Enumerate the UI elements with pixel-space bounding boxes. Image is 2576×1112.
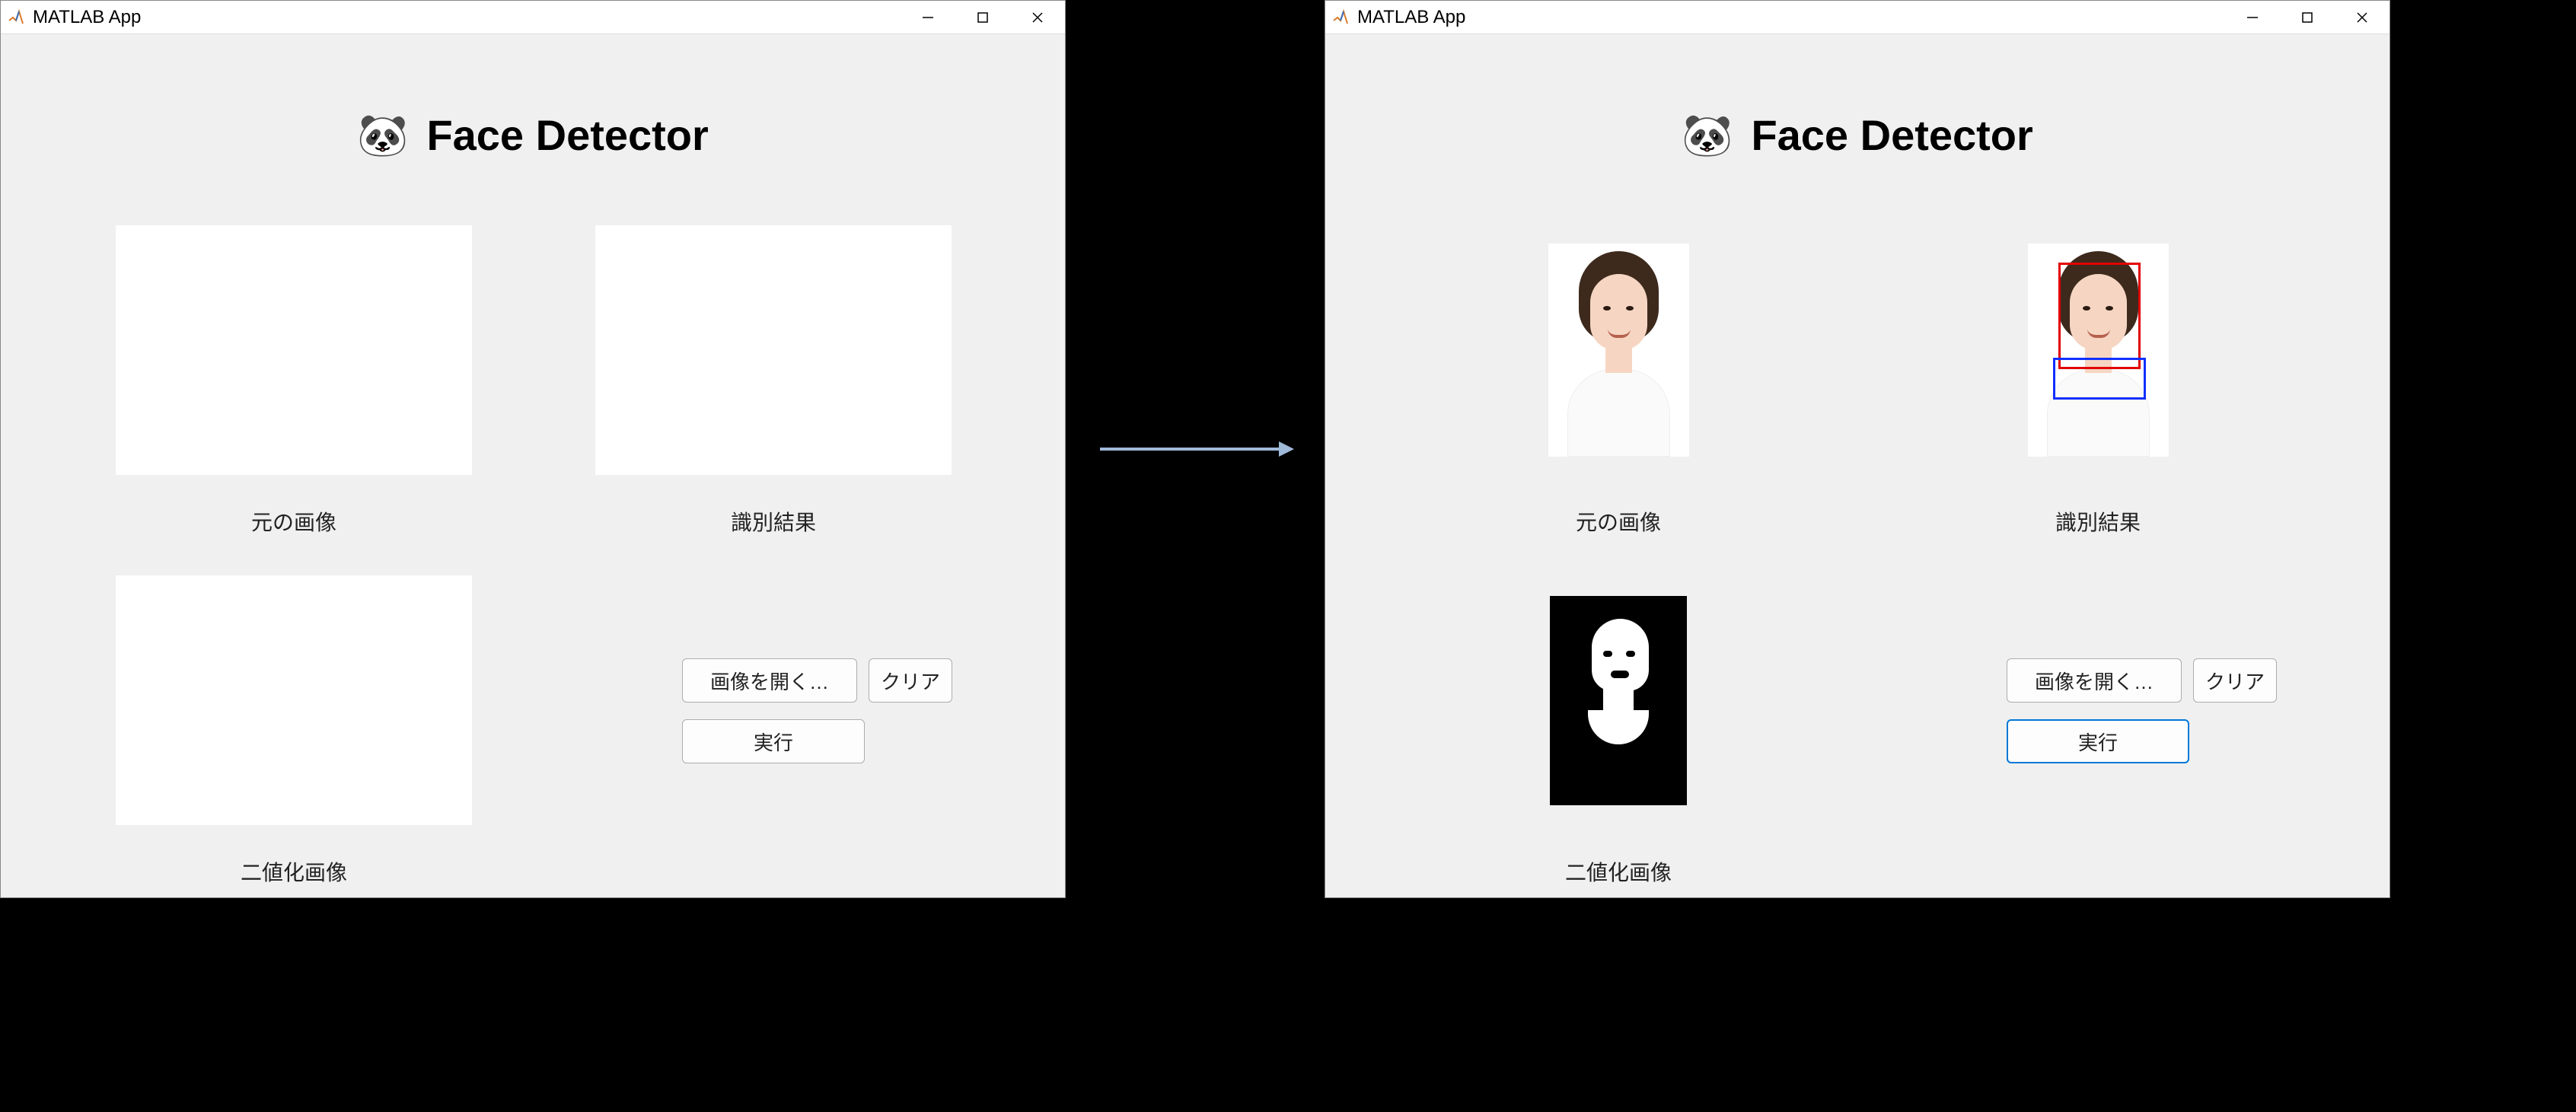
- maximize-button[interactable]: [2280, 1, 2335, 34]
- upperbody-detection-box: [2053, 358, 2146, 400]
- titlebar: MATLAB App: [1, 1, 1065, 34]
- minimize-button[interactable]: [2225, 1, 2280, 34]
- result-image-axes: [1919, 225, 2277, 476]
- app-body: 🐼 Face Detector 元の画像 識別結果: [1325, 34, 2389, 897]
- open-image-button[interactable]: 画像を開く…: [682, 658, 857, 703]
- close-button[interactable]: [1010, 1, 1065, 34]
- heading: 🐼 Face Detector: [1, 110, 1065, 160]
- clear-button[interactable]: クリア: [2193, 658, 2277, 703]
- binary-image-axes: [1439, 575, 1797, 826]
- minimize-button[interactable]: [901, 1, 955, 34]
- binary-image-axes: [115, 575, 473, 826]
- original-photo: [1548, 244, 1689, 457]
- original-image-axes: [115, 225, 473, 476]
- result-image-axes: [595, 225, 952, 476]
- clear-button[interactable]: クリア: [869, 658, 952, 703]
- result-image-label: 識別結果: [1919, 506, 2277, 537]
- original-image-label: 元の画像: [1439, 506, 1797, 537]
- matlab-app-window-after: MATLAB App 🐼 Face Detector 元の画像: [1325, 0, 2390, 898]
- original-image-label: 元の画像: [115, 506, 473, 537]
- result-photo: [2028, 244, 2169, 457]
- window-title: MATLAB App: [33, 7, 901, 28]
- matlab-app-window-before: MATLAB App 🐼 Face Detector 元の画像 識別結果 二値化…: [0, 0, 1066, 898]
- panda-icon: 🐼: [357, 115, 408, 156]
- heading-text: Face Detector: [426, 110, 708, 160]
- binary-image-label: 二値化画像: [1439, 856, 1797, 887]
- face-detection-box: [2058, 263, 2141, 369]
- result-image-label: 識別結果: [595, 506, 952, 537]
- run-button[interactable]: 実行: [2007, 719, 2189, 763]
- matlab-icon: [7, 8, 25, 27]
- heading: 🐼 Face Detector: [1325, 110, 2389, 160]
- window-title: MATLAB App: [1357, 7, 2225, 28]
- binary-image-label: 二値化画像: [115, 856, 473, 887]
- binary-photo: [1550, 596, 1687, 805]
- heading-text: Face Detector: [1751, 110, 2032, 160]
- matlab-icon: [1331, 8, 1350, 27]
- original-image-axes: [1439, 225, 1797, 476]
- close-button[interactable]: [2335, 1, 2389, 34]
- run-button[interactable]: 実行: [682, 719, 865, 763]
- app-body: 🐼 Face Detector 元の画像 識別結果 二値化画像 画像を開く… ク…: [1, 34, 1065, 897]
- panda-icon: 🐼: [1682, 115, 1733, 156]
- maximize-button[interactable]: [955, 1, 1010, 34]
- transition-arrow: [1096, 434, 1294, 464]
- window-controls: [901, 1, 1065, 33]
- titlebar: MATLAB App: [1325, 1, 2389, 34]
- open-image-button[interactable]: 画像を開く…: [2007, 658, 2182, 703]
- window-controls: [2225, 1, 2389, 33]
